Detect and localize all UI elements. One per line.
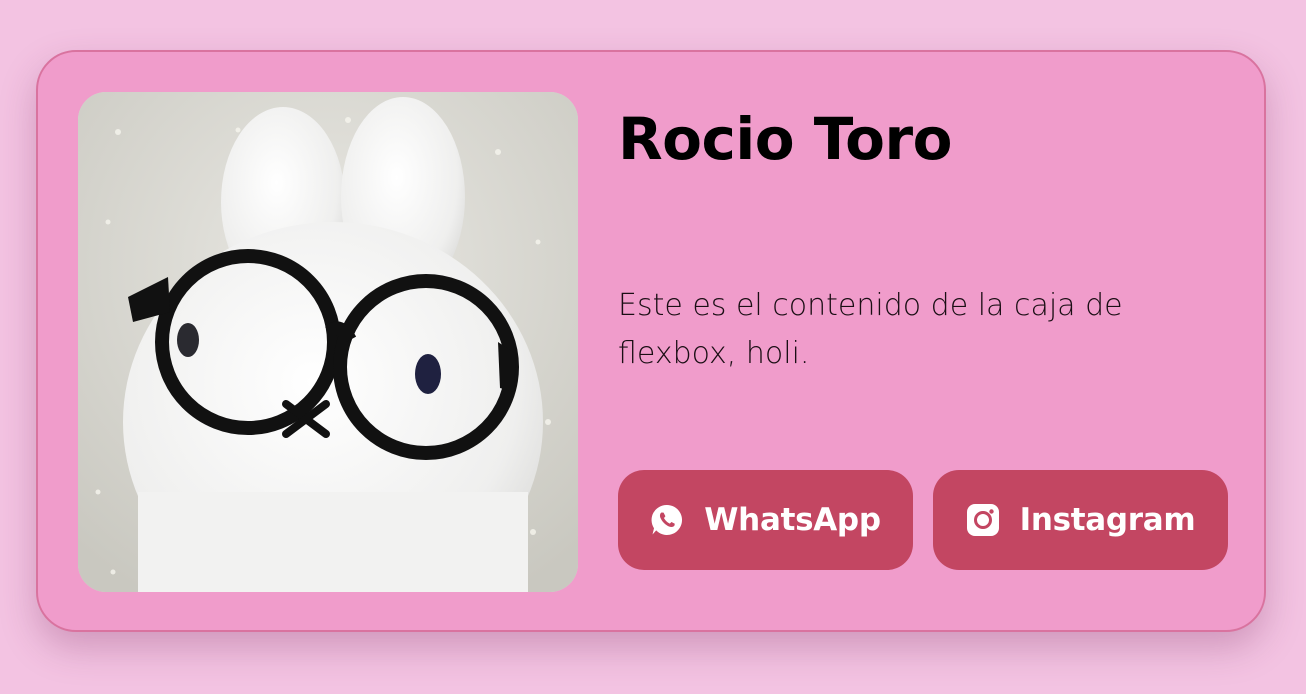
whatsapp-button[interactable]: WhatsApp xyxy=(618,470,913,570)
profile-photo xyxy=(78,92,578,592)
instagram-button[interactable]: Instagram xyxy=(933,470,1228,570)
instagram-icon xyxy=(966,503,1000,537)
instagram-label: Instagram xyxy=(1019,502,1196,538)
profile-name: Rocio Toro xyxy=(618,105,952,173)
profile-description: Este es el contenido de la caja de flexb… xyxy=(618,288,1123,371)
whatsapp-label: WhatsApp xyxy=(704,502,881,538)
whatsapp-icon xyxy=(650,503,684,537)
profile-card: Rocio Toro Este es el contenido de la ca… xyxy=(36,50,1266,632)
